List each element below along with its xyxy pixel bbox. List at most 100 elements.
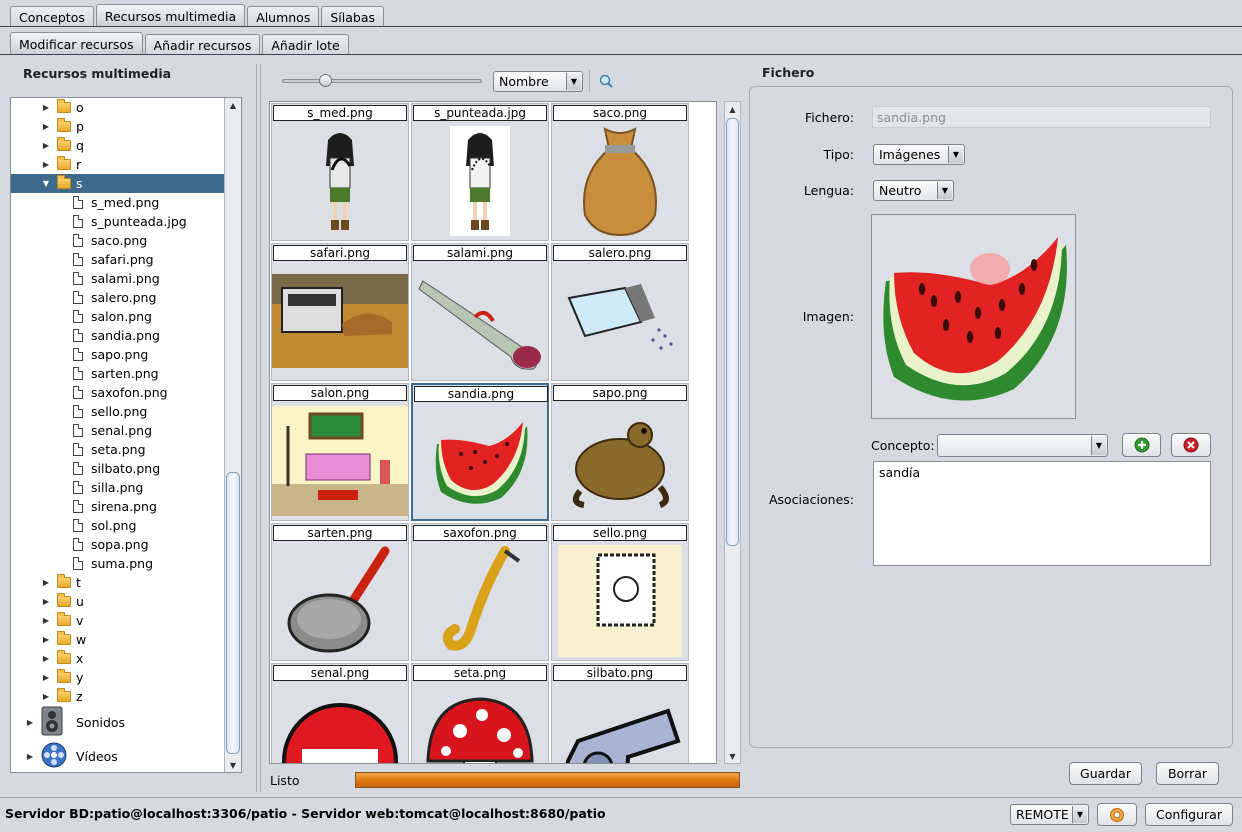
tree-category-videos[interactable]: ▶ Vídeos (25, 739, 118, 772)
tipo-combo[interactable]: Imágenes ▼ (873, 144, 965, 165)
tree-scrollbar[interactable]: ▲ ▼ (224, 98, 241, 772)
tree-folder[interactable]: ▶ r (11, 155, 224, 174)
tree-file[interactable]: s_med.png (11, 193, 224, 212)
tree-folder[interactable]: ▶ z (11, 687, 224, 706)
tree-file[interactable]: senal.png (11, 421, 224, 440)
thumbnail-grid[interactable]: s_med.png s_punteada.jpg saco.png safari.pn… (269, 101, 717, 764)
grid-scrollbar[interactable]: ▲ ▼ (724, 101, 741, 764)
tree-file[interactable]: sirena.png (11, 497, 224, 516)
expand-arrow-icon[interactable]: ▶ (41, 673, 51, 682)
grid-item[interactable]: salon.png (271, 383, 409, 521)
tree-file[interactable]: s_punteada.jpg (11, 212, 224, 231)
expand-arrow-icon[interactable]: ▶ (41, 692, 51, 701)
scroll-up-icon[interactable]: ▲ (225, 98, 241, 112)
tree-file[interactable]: saxofon.png (11, 383, 224, 402)
tab-silabas[interactable]: Sílabas (321, 6, 385, 27)
tree-file[interactable]: sandia.png (11, 326, 224, 345)
grid-item[interactable]: sarten.png (271, 523, 409, 661)
grid-item[interactable]: salami.png (411, 243, 549, 381)
borrar-button[interactable]: Borrar (1156, 762, 1219, 785)
guardar-button[interactable]: Guardar (1069, 762, 1142, 785)
tree-file[interactable]: silla.png (11, 478, 224, 497)
expand-arrow-icon[interactable]: ▶ (41, 103, 51, 112)
tree-folder[interactable]: ▶ o (11, 98, 224, 117)
tree-folder[interactable]: ▶ t (11, 573, 224, 592)
expand-arrow-icon[interactable]: ▶ (41, 160, 51, 169)
tree-folder[interactable]: ▶ v (11, 611, 224, 630)
tree-file[interactable]: sello.png (11, 402, 224, 421)
remove-concept-button[interactable] (1171, 433, 1211, 457)
scroll-down-icon[interactable]: ▼ (725, 749, 740, 763)
grid-item[interactable]: silbato.png (551, 663, 689, 763)
expand-arrow-icon[interactable]: ▶ (41, 597, 51, 606)
concepto-combo[interactable]: ▼ (937, 434, 1108, 457)
expand-arrow-icon[interactable]: ▶ (41, 616, 51, 625)
tree-file[interactable]: salon.png (11, 307, 224, 326)
grid-item[interactable]: safari.png (271, 243, 409, 381)
tree-file[interactable]: silbato.png (11, 459, 224, 478)
tree-folder[interactable]: ▶ x (11, 649, 224, 668)
expand-arrow-icon[interactable]: ▶ (41, 635, 51, 644)
zoom-icon[interactable] (599, 74, 613, 88)
tree-file[interactable]: safari.png (11, 250, 224, 269)
tree-file[interactable]: sopa.png (11, 535, 224, 554)
grid-item[interactable]: sandia.png (411, 383, 549, 521)
tree-folder-label: w (76, 632, 87, 647)
expand-arrow-icon[interactable]: ▶ (41, 654, 51, 663)
tab-recursos-multimedia[interactable]: Recursos multimedia (95, 4, 246, 27)
tree-folder[interactable]: ▶ w (11, 630, 224, 649)
splitter[interactable] (256, 64, 261, 792)
lengua-combo[interactable]: Neutro ▼ (873, 180, 954, 201)
expand-arrow-icon[interactable]: ▶ (25, 718, 35, 727)
grid-item[interactable]: sapo.png (551, 383, 689, 521)
tree-folder[interactable]: ▶ p (11, 117, 224, 136)
tree-file[interactable]: sarten.png (11, 364, 224, 383)
grid-item[interactable]: saxofon.png (411, 523, 549, 661)
scroll-up-icon[interactable]: ▲ (725, 102, 740, 116)
grid-item[interactable]: salero.png ​ (551, 243, 689, 381)
tree-file[interactable]: suma.png (11, 554, 224, 573)
tree-file[interactable]: salero.png (11, 288, 224, 307)
zoom-slider-knob[interactable] (319, 74, 332, 87)
tab-modificar-recursos[interactable]: Modificar recursos (10, 32, 143, 55)
collapse-arrow-icon[interactable]: ▼ (41, 179, 51, 188)
sort-combo[interactable]: Nombre ▼ (493, 71, 583, 92)
tree-folder[interactable]: ▶ y (11, 668, 224, 687)
grid-item[interactable]: s_med.png (271, 103, 409, 241)
grid-item[interactable]: saco.png (551, 103, 689, 241)
zoom-slider-track[interactable] (282, 79, 482, 83)
help-button[interactable] (1097, 803, 1137, 826)
tree-file[interactable]: salami.png (11, 269, 224, 288)
mode-combo[interactable]: REMOTE ▼ (1010, 804, 1089, 825)
tree-category-sonidos[interactable]: ▶ Sonidos (25, 705, 125, 739)
tree-folder[interactable]: ▶ q (11, 136, 224, 155)
tree-file[interactable]: saco.png (11, 231, 224, 250)
expand-arrow-icon[interactable]: ▶ (41, 578, 51, 587)
tab-anadir-lote[interactable]: Añadir lote (262, 34, 349, 55)
asociaciones-textarea[interactable]: sandía (873, 461, 1211, 566)
tree-file[interactable]: sol.png (11, 516, 224, 535)
fichero-field: sandia.png (872, 106, 1211, 128)
scroll-down-icon[interactable]: ▼ (225, 758, 241, 772)
expand-arrow-icon[interactable]: ▶ (41, 141, 51, 150)
tree-folder-selected[interactable]: ▼ s (11, 174, 224, 193)
grid-item[interactable]: seta.png (411, 663, 549, 763)
tab-conceptos[interactable]: Conceptos (10, 6, 94, 27)
resource-tree[interactable]: ▶ o ▶ p ▶ q ▶ r ▼ s s_med.png s_punteada.jpg saco.pn… (10, 97, 242, 773)
tree-file[interactable]: seta.png (11, 440, 224, 459)
expand-arrow-icon[interactable]: ▶ (41, 122, 51, 131)
tab-anadir-recursos[interactable]: Añadir recursos (144, 34, 261, 55)
folder-icon (57, 137, 71, 151)
tree-scroll-thumb[interactable] (226, 472, 240, 754)
tree-folder[interactable]: ▶ u (11, 592, 224, 611)
grid-item[interactable]: s_punteada.jpg (411, 103, 549, 241)
configurar-button[interactable]: Configurar (1145, 803, 1233, 826)
grid-item[interactable]: senal.png (271, 663, 409, 763)
tree-file[interactable]: sapo.png (11, 345, 224, 364)
tab-alumnos[interactable]: Alumnos (247, 6, 320, 27)
grid-item[interactable]: sello.png (551, 523, 689, 661)
add-concept-button[interactable] (1122, 433, 1161, 457)
expand-arrow-icon[interactable]: ▶ (25, 752, 35, 761)
folder-icon (57, 118, 71, 132)
grid-scroll-thumb[interactable] (726, 118, 739, 546)
